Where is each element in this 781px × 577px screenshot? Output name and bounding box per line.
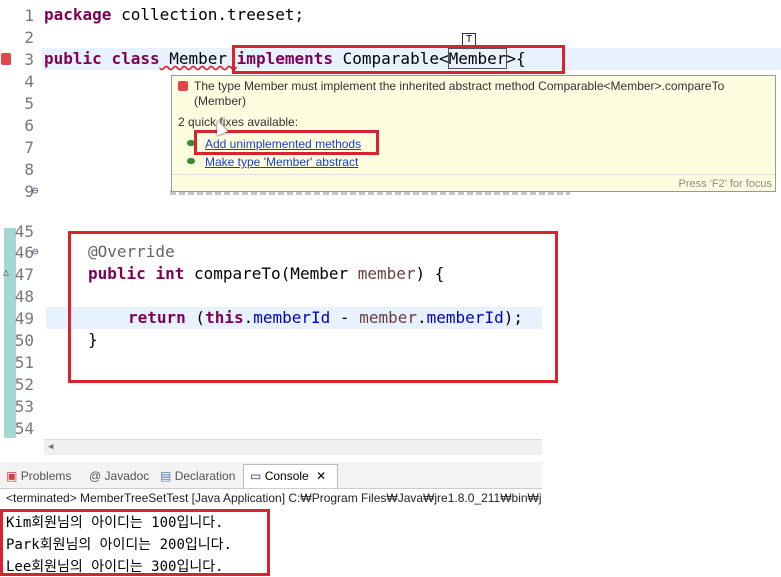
- tab-console[interactable]: ▭ Console ✕: [250, 469, 326, 483]
- scroll-left-icon[interactable]: ◀: [48, 442, 53, 452]
- line-number: 8: [24, 160, 34, 179]
- line-number: 52: [14, 375, 34, 394]
- line-number: 49: [14, 309, 34, 328]
- fix-icon: [187, 158, 195, 164]
- tab-problems[interactable]: ▣ Problems: [6, 469, 71, 483]
- error-marker-icon[interactable]: [1, 53, 11, 65]
- line-number: 2: [24, 28, 34, 47]
- highlight-box-console: [0, 509, 270, 576]
- tab-declaration[interactable]: ▤ Declaration: [160, 469, 235, 483]
- keyword-public: public: [44, 49, 102, 68]
- line-number: 50: [14, 331, 34, 350]
- line-number: 54: [14, 419, 34, 438]
- keyword-class: class: [111, 49, 160, 68]
- line-number: 46: [14, 243, 34, 262]
- keyword-package: package: [44, 5, 112, 24]
- class-name: Member: [159, 49, 237, 68]
- override-marker-icon: △: [3, 267, 10, 278]
- line-number: 48: [14, 287, 34, 306]
- close-icon[interactable]: ✕: [316, 469, 326, 483]
- fold-icon[interactable]: ⊖: [32, 245, 39, 258]
- error-message: The type Member must implement the inher…: [194, 79, 725, 108]
- fold-icon[interactable]: ⊖: [32, 184, 39, 197]
- highlight-box-implements: [232, 45, 565, 74]
- line-number: 9: [24, 182, 34, 201]
- error-icon: [178, 81, 188, 91]
- line-number: 5: [24, 94, 34, 113]
- editor-bottom[interactable]: 45 46 ⊖ 47 △ 48 49 50 51 52 53 54 @Overr…: [0, 222, 558, 455]
- horizontal-scrollbar[interactable]: ◀: [44, 439, 542, 455]
- line-number: 6: [24, 116, 34, 135]
- line-number: 51: [14, 353, 34, 372]
- code-line[interactable]: package collection.treeset;: [44, 5, 304, 24]
- line-number: 4: [24, 72, 34, 91]
- console-status: <terminated> MemberTreeSetTest [Java App…: [6, 491, 542, 505]
- quick-fix-count: 2 quick fixes available:: [178, 115, 299, 129]
- divider: [0, 205, 781, 228]
- line-number: 45: [14, 222, 34, 241]
- line-number: 1: [24, 6, 34, 25]
- focus-hint: Press 'F2' for focus: [678, 178, 772, 190]
- tab-javadoc[interactable]: @ Javadoc: [89, 469, 149, 483]
- package-name: collection.treeset;: [111, 5, 305, 24]
- make-abstract-link[interactable]: Make type 'Member' abstract: [205, 155, 358, 169]
- highlight-box-compareto: [68, 231, 558, 383]
- line-number: 53: [14, 397, 34, 416]
- line-number: 7: [24, 138, 34, 157]
